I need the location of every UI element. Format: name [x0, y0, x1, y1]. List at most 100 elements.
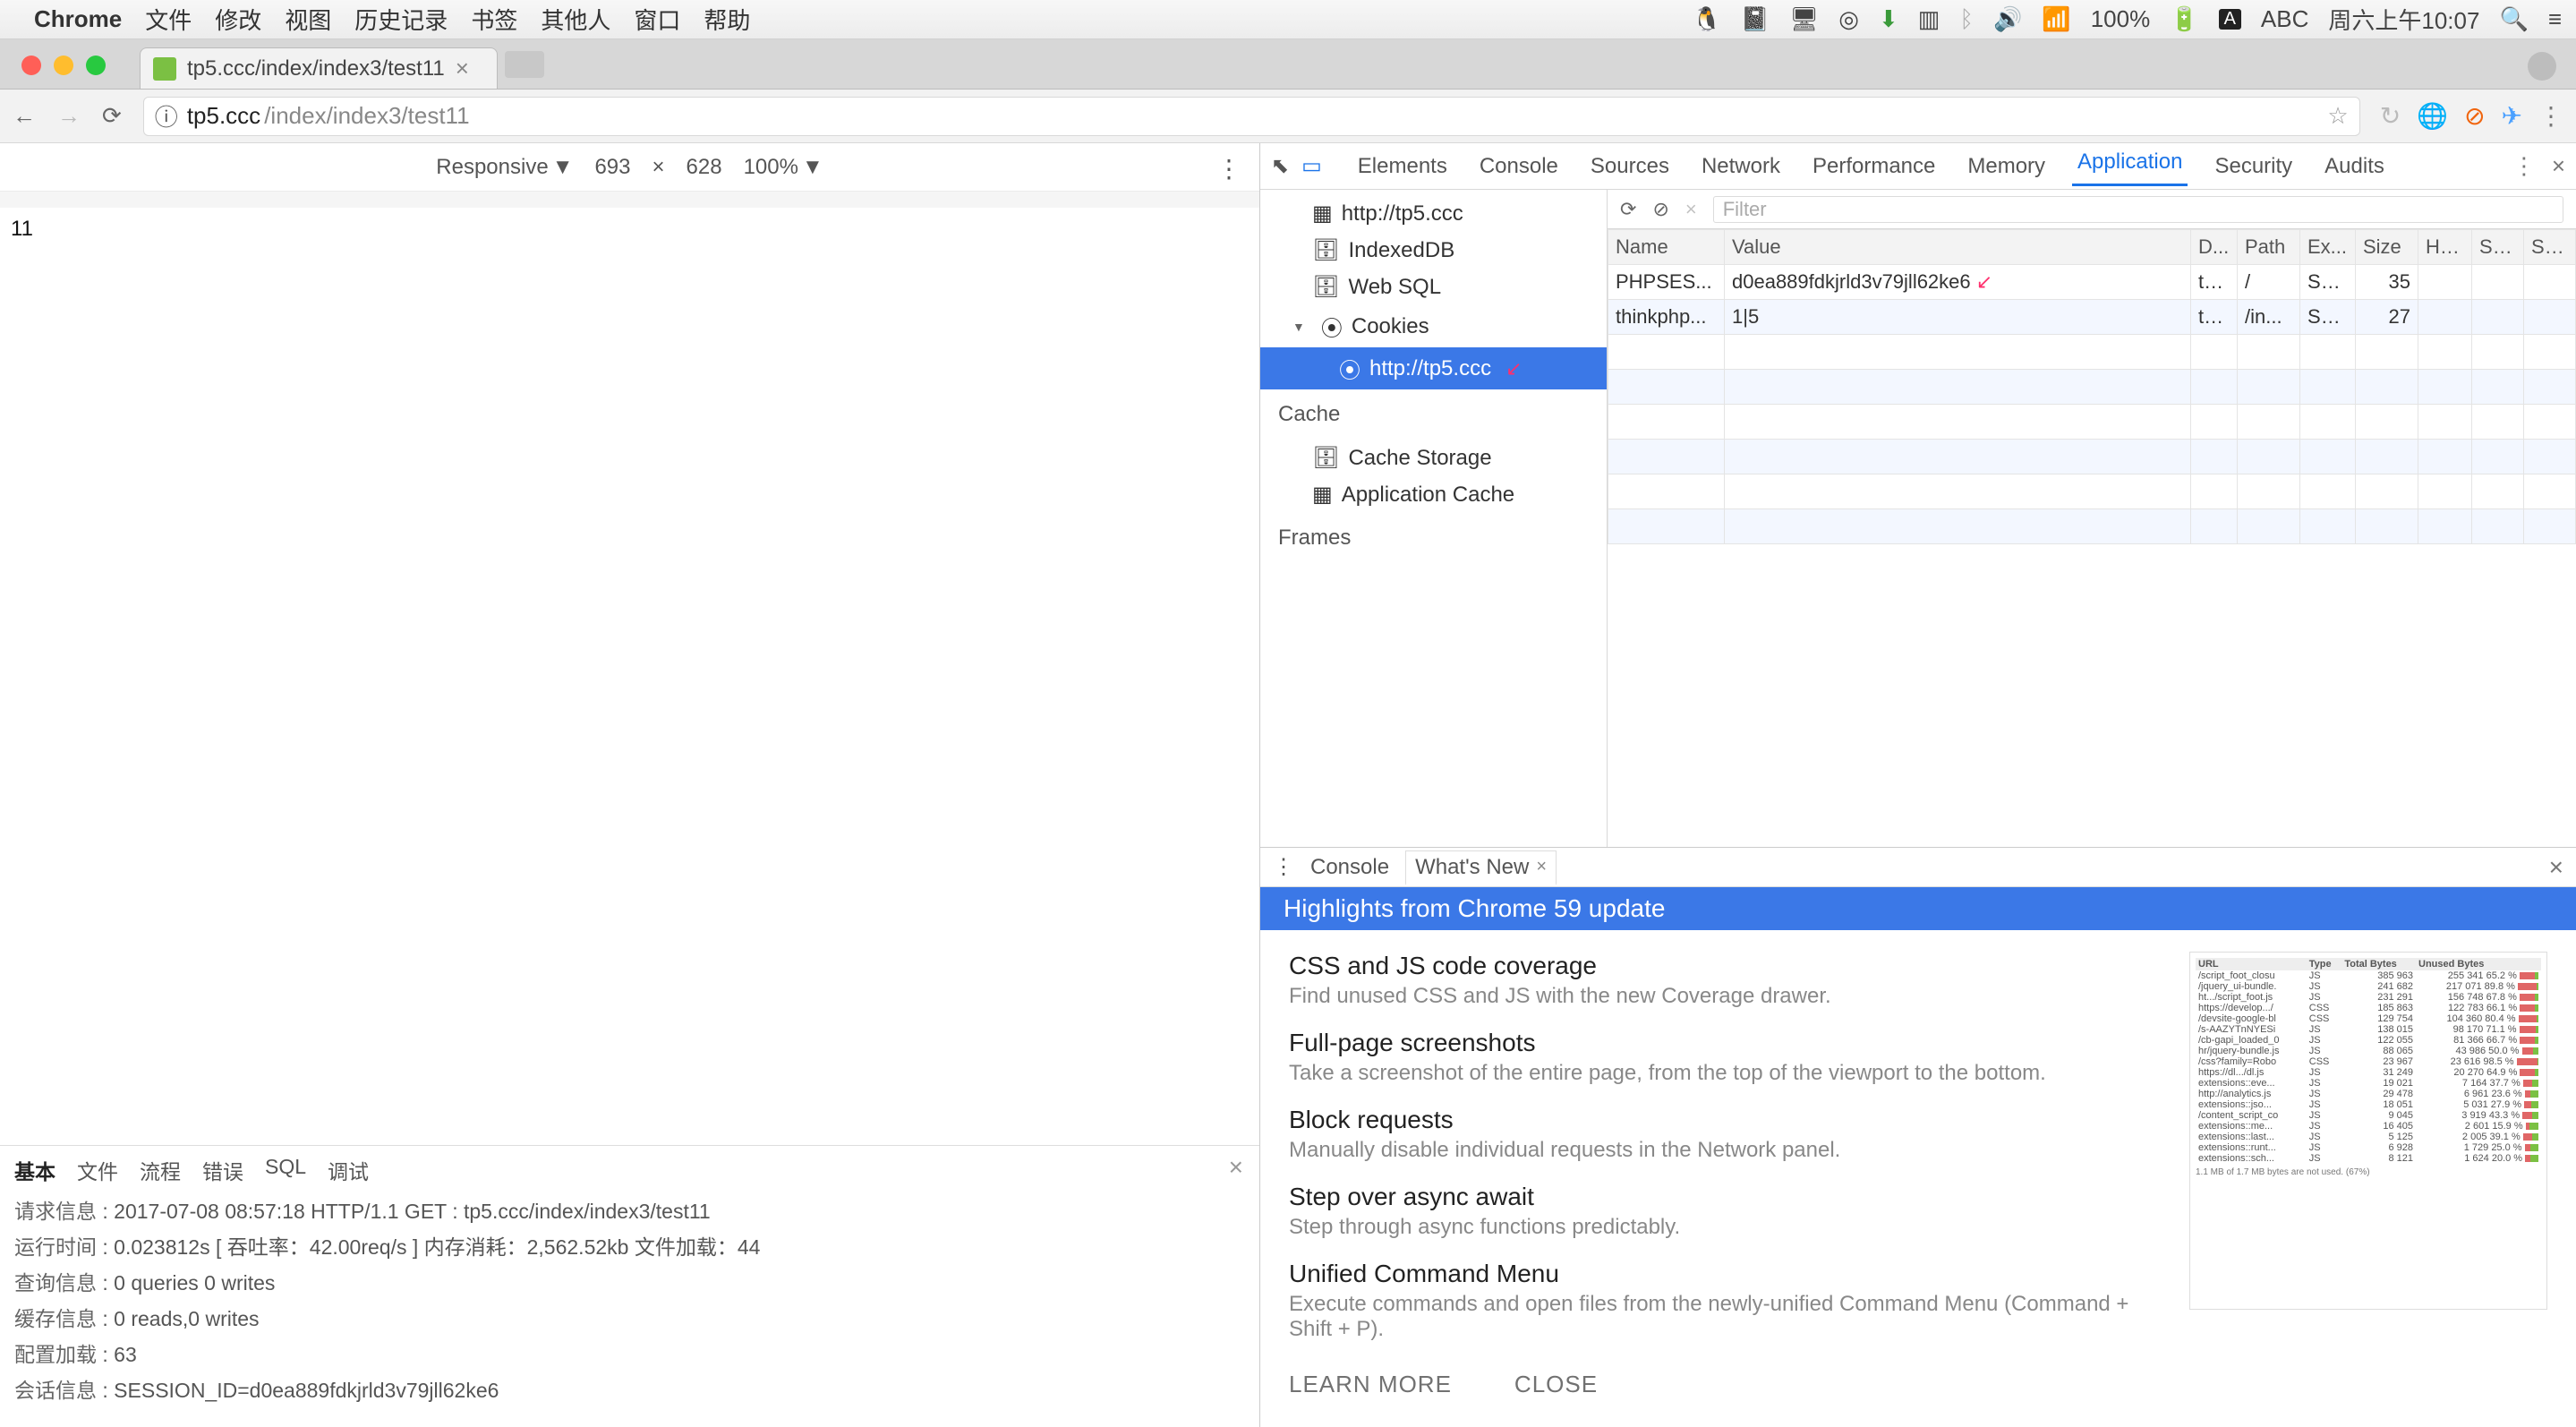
cookie-col-header[interactable]: Size — [2356, 230, 2418, 265]
whatsnew-learn-more-button[interactable]: LEARN MORE — [1289, 1371, 1452, 1398]
ext-postman-icon[interactable]: ✈ — [2502, 101, 2522, 131]
site-info-icon[interactable]: ⓘ — [155, 99, 178, 132]
device-mode-select[interactable]: Responsive▼ — [436, 155, 573, 180]
sidebar-cookies[interactable]: ⦿Cookies — [1260, 305, 1607, 347]
drawer-tab-close-icon[interactable]: × — [1536, 857, 1547, 877]
ext-globe-icon[interactable]: 🌐 — [2417, 101, 2448, 131]
debug-tab-files[interactable]: 文件 — [77, 1155, 118, 1185]
dt-close-button[interactable]: × — [2552, 152, 2565, 180]
address-bar[interactable]: ⓘ tp5.ccc /index/index3/test11 ☆ — [143, 97, 2360, 136]
menu-file[interactable]: 文件 — [145, 3, 192, 36]
menu-view[interactable]: 视图 — [285, 3, 331, 36]
cookie-table[interactable]: NameValueD...PathEx...SizeHT...Se...Sa..… — [1608, 229, 2576, 847]
chrome-menu-button[interactable]: ⋮ — [2538, 101, 2563, 131]
status-evernote-icon[interactable]: 📓 — [1741, 5, 1770, 33]
status-display-icon[interactable]: 🖥 — [1789, 5, 1819, 33]
menu-window[interactable]: 窗口 — [634, 3, 680, 36]
ext-adblock-icon[interactable]: ⊘ — [2464, 101, 2485, 131]
sidebar-cache-storage[interactable]: 🗄Cache Storage — [1260, 440, 1607, 476]
drawer-close-button[interactable]: × — [2549, 853, 2563, 882]
cookie-col-header[interactable]: Ex... — [2300, 230, 2356, 265]
status-battery-icon[interactable]: 🔋 — [2170, 5, 2198, 33]
tab-close-icon[interactable]: × — [456, 55, 469, 82]
sidebar-indexeddb[interactable]: 🗄IndexedDB — [1260, 232, 1607, 269]
app-name[interactable]: Chrome — [34, 5, 122, 33]
cookie-col-header[interactable]: D... — [2191, 230, 2238, 265]
debug-tab-sql[interactable]: SQL — [265, 1155, 306, 1185]
dt-tab-memory[interactable]: Memory — [1962, 150, 2051, 183]
dt-tab-security[interactable]: Security — [2209, 150, 2298, 183]
dt-tab-audits[interactable]: Audits — [2319, 150, 2390, 183]
drawer-tab-console[interactable]: Console — [1310, 855, 1389, 880]
nav-reload-button[interactable]: ⟳ — [102, 102, 122, 130]
cookie-refresh-icon[interactable]: ⟳ — [1620, 198, 1636, 221]
browser-tab[interactable]: tp5.ccc/index/index3/test11 × — [140, 47, 498, 89]
cookie-row[interactable]: PHPSES...d0ea889fdkjrld3v79jll62ke6 ↙tp.… — [1608, 265, 2576, 300]
inspect-element-icon[interactable]: ⬉ — [1271, 153, 1289, 179]
dt-tab-elements[interactable]: Elements — [1352, 150, 1453, 183]
window-close-button[interactable] — [21, 56, 41, 75]
dt-tab-application[interactable]: Application — [2072, 146, 2188, 186]
device-width-input[interactable]: 693 — [594, 155, 630, 180]
sidebar-websql[interactable]: 🗄Web SQL — [1260, 269, 1607, 305]
window-minimize-button[interactable] — [54, 56, 73, 75]
cookie-delete-icon[interactable]: × — [1685, 198, 1697, 221]
cookie-col-header[interactable]: Name — [1608, 230, 1725, 265]
status-wifi-icon[interactable]: 📶 — [2042, 5, 2070, 33]
status-ime-icon[interactable]: A — [2219, 9, 2241, 30]
cookie-col-header[interactable]: Path — [2238, 230, 2300, 265]
device-zoom-select[interactable]: 100%▼ — [744, 155, 823, 180]
cookie-row[interactable]: thinkphp...1|5tp.../in...Se...27 — [1608, 300, 2576, 335]
dt-tab-sources[interactable]: Sources — [1585, 150, 1675, 183]
debug-tab-basic[interactable]: 基本 — [14, 1155, 55, 1185]
bookmark-star-icon[interactable]: ☆ — [2327, 102, 2348, 130]
whatsnew-item[interactable]: Step over async awaitStep through async … — [1289, 1183, 2168, 1240]
device-toggle-icon[interactable]: ▭ — [1301, 153, 1322, 179]
drawer-menu-icon[interactable]: ⋮ — [1273, 854, 1294, 880]
status-penguin-icon[interactable]: 🐧 — [1693, 5, 1721, 33]
profile-avatar-button[interactable] — [2528, 52, 2556, 81]
status-clock[interactable]: 周六上午10:07 — [2328, 3, 2479, 36]
status-sync-icon[interactable]: ◎ — [1838, 5, 1859, 33]
menu-people[interactable]: 其他人 — [541, 3, 610, 36]
status-download-icon[interactable]: ⬇ — [1879, 5, 1898, 33]
status-spotlight-icon[interactable]: 🔍 — [2499, 5, 2528, 33]
ext-refresh-icon[interactable]: ↻ — [2380, 101, 2401, 131]
debug-tab-errors[interactable]: 错误 — [202, 1155, 243, 1185]
cookie-col-header[interactable]: Sa... — [2524, 230, 2576, 265]
debug-close-icon[interactable]: × — [1229, 1153, 1243, 1182]
window-zoom-button[interactable] — [86, 56, 106, 75]
nav-back-button[interactable]: ← — [13, 102, 36, 130]
cookie-clear-icon[interactable]: ⊘ — [1652, 198, 1668, 221]
whatsnew-item[interactable]: Full-page screenshotsTake a screenshot o… — [1289, 1029, 2168, 1086]
debug-tab-debug[interactable]: 调试 — [328, 1155, 369, 1185]
whatsnew-item[interactable]: Unified Command MenuExecute commands and… — [1289, 1260, 2168, 1342]
dt-tab-network[interactable]: Network — [1696, 150, 1786, 183]
sidebar-appcache[interactable]: ▦Application Cache — [1260, 476, 1607, 513]
cookie-col-header[interactable]: HT... — [2418, 230, 2472, 265]
cookie-col-header[interactable]: Se... — [2472, 230, 2524, 265]
whatsnew-item[interactable]: Block requestsManually disable individua… — [1289, 1106, 2168, 1163]
menu-history[interactable]: 历史记录 — [354, 3, 448, 36]
dt-tab-console[interactable]: Console — [1474, 150, 1564, 183]
menu-edit[interactable]: 修改 — [215, 3, 261, 36]
status-ime-label[interactable]: ABC — [2261, 5, 2308, 33]
menu-bookmarks[interactable]: 书签 — [471, 3, 517, 36]
dt-tab-performance[interactable]: Performance — [1807, 150, 1941, 183]
debug-tab-flow[interactable]: 流程 — [140, 1155, 181, 1185]
page-viewport[interactable]: 11 — [0, 208, 1259, 1145]
device-height-input[interactable]: 628 — [687, 155, 722, 180]
device-toolbar-menu[interactable]: ⋮ — [1216, 154, 1241, 184]
status-battery-box-icon[interactable]: ▥ — [1918, 5, 1941, 33]
status-battery-percent[interactable]: 100% — [2091, 5, 2151, 33]
cookie-filter-input[interactable]: Filter — [1713, 196, 2563, 223]
new-tab-button[interactable] — [505, 51, 544, 78]
whatsnew-item[interactable]: CSS and JS code coverageFind unused CSS … — [1289, 952, 2168, 1009]
nav-forward-button[interactable]: → — [57, 102, 81, 130]
status-bluetooth-icon[interactable]: ᛒ — [1959, 5, 1974, 33]
status-menu-icon[interactable]: ≡ — [2548, 5, 2562, 33]
sidebar-app-manifest[interactable]: ▦http://tp5.ccc — [1260, 195, 1607, 232]
drawer-tab-whatsnew[interactable]: What's New× — [1405, 850, 1557, 885]
sidebar-cookies-origin[interactable]: ⦿http://tp5.ccc↙ — [1260, 347, 1607, 389]
status-volume-icon[interactable]: 🔊 — [1993, 5, 2022, 33]
